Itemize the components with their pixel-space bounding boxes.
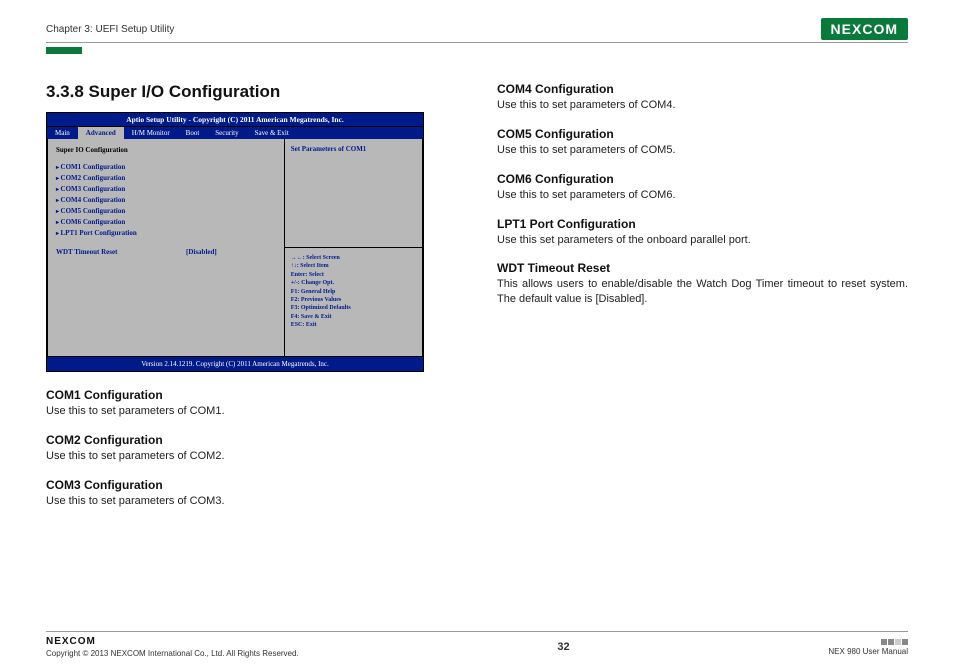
desc-body: Use this to set parameters of COM4. — [497, 98, 908, 113]
bios-menu-lpt1[interactable]: LPT1 Port Configuration — [56, 228, 276, 239]
section-title: 3.3.8 Super I/O Configuration — [46, 82, 457, 102]
desc-com2: COM2 Configuration Use this to set param… — [46, 433, 457, 464]
bios-menu-com2[interactable]: COM2 Configuration — [56, 173, 276, 184]
desc-com1: COM1 Configuration Use this to set param… — [46, 388, 457, 419]
desc-title: COM4 Configuration — [497, 82, 908, 96]
accent-bar — [46, 47, 82, 54]
desc-body: Use this to set parameters of COM5. — [497, 143, 908, 158]
page-footer: NEXCOM Copyright © 2013 NEXCOM Internati… — [46, 631, 908, 658]
desc-lpt1: LPT1 Port Configuration Use this set par… — [497, 217, 908, 248]
bios-footer: Version 2.14.1219. Copyright (C) 2011 Am… — [47, 357, 423, 371]
bios-tab-main[interactable]: Main — [47, 127, 78, 139]
bios-menu-panel: Super IO Configuration COM1 Configuratio… — [48, 139, 285, 356]
footer-copyright: Copyright © 2013 NEXCOM International Co… — [46, 649, 299, 658]
desc-body: Use this to set parameters of COM6. — [497, 188, 908, 203]
bios-panel-header: Super IO Configuration — [56, 145, 276, 156]
bios-menu-com4[interactable]: COM4 Configuration — [56, 195, 276, 206]
header-bar: Chapter 3: UEFI Setup Utility NEXCOM — [46, 18, 908, 43]
bios-wdt-value: [Disabled] — [186, 247, 217, 258]
desc-title: LPT1 Port Configuration — [497, 217, 908, 231]
desc-com5: COM5 Configuration Use this to set param… — [497, 127, 908, 158]
desc-title: COM1 Configuration — [46, 388, 457, 402]
bios-menu-com3[interactable]: COM3 Configuration — [56, 184, 276, 195]
footer-manual: NEX 980 User Manual — [828, 647, 908, 656]
desc-body: Use this to set parameters of COM3. — [46, 494, 457, 509]
desc-title: WDT Timeout Reset — [497, 261, 908, 275]
desc-body: This allows users to enable/disable the … — [497, 277, 908, 307]
bios-title: Aptio Setup Utility - Copyright (C) 2011… — [47, 113, 423, 126]
desc-wdt: WDT Timeout Reset This allows users to e… — [497, 261, 908, 307]
bios-help-text: Set Parameters of COM1 — [285, 139, 422, 248]
bios-tab-security[interactable]: Security — [207, 127, 246, 139]
bios-tab-advanced[interactable]: Advanced — [78, 127, 124, 139]
footer-logo: NEXCOM — [46, 636, 299, 647]
desc-com4: COM4 Configuration Use this to set param… — [497, 82, 908, 113]
bios-wdt-label: WDT Timeout Reset — [56, 247, 186, 258]
desc-com6: COM6 Configuration Use this to set param… — [497, 172, 908, 203]
page-number: 32 — [557, 641, 569, 653]
bios-wdt-row[interactable]: WDT Timeout Reset [Disabled] — [56, 247, 276, 258]
bios-menu-com6[interactable]: COM6 Configuration — [56, 217, 276, 228]
chapter-label: Chapter 3: UEFI Setup Utility — [46, 24, 174, 35]
bios-key-help: →←: Select Screen ↑↓: Select Item Enter:… — [285, 248, 422, 356]
desc-title: COM2 Configuration — [46, 433, 457, 447]
bios-screenshot: Aptio Setup Utility - Copyright (C) 2011… — [46, 112, 424, 372]
desc-title: COM5 Configuration — [497, 127, 908, 141]
bios-tab-boot[interactable]: Boot — [178, 127, 208, 139]
bios-tab-hm-monitor[interactable]: H/M Monitor — [124, 127, 178, 139]
desc-title: COM3 Configuration — [46, 478, 457, 492]
desc-body: Use this to set parameters of COM2. — [46, 449, 457, 464]
brand-logo: NEXCOM — [821, 18, 908, 40]
desc-com3: COM3 Configuration Use this to set param… — [46, 478, 457, 509]
bios-menu-com5[interactable]: COM5 Configuration — [56, 206, 276, 217]
bios-tab-save-exit[interactable]: Save & Exit — [247, 127, 297, 139]
bios-tab-bar: Main Advanced H/M Monitor Boot Security … — [47, 126, 423, 139]
desc-body: Use this set parameters of the onboard p… — [497, 233, 908, 248]
desc-body: Use this to set parameters of COM1. — [46, 404, 457, 419]
bios-menu-com1[interactable]: COM1 Configuration — [56, 162, 276, 173]
footer-decoration-icon — [881, 639, 908, 645]
desc-title: COM6 Configuration — [497, 172, 908, 186]
